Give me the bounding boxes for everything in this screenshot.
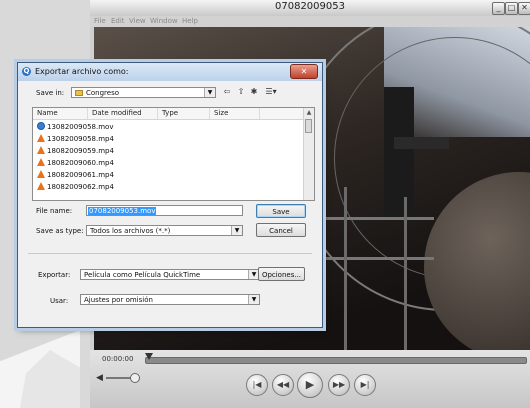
playhead[interactable]: [145, 353, 153, 360]
menu-file[interactable]: File: [94, 16, 106, 27]
file-list-header: Name Date modified Type Size: [33, 108, 303, 120]
player-title: 07082009053: [275, 1, 345, 12]
time-display: 00:00:00: [102, 355, 134, 363]
column-date-modified[interactable]: Date modified: [88, 108, 158, 119]
quicktime-file-icon: [37, 122, 45, 130]
save-in-value: Congreso: [86, 89, 120, 97]
video-scaffold: [344, 187, 347, 350]
video-mount: [384, 87, 414, 217]
menu-help[interactable]: Help: [182, 16, 198, 27]
video-scaffold: [324, 217, 434, 220]
file-name: 18082009059.mp4: [47, 147, 114, 155]
dialog-titlebar[interactable]: Q Exportar archivo como: ✕: [18, 63, 322, 81]
file-row[interactable]: 18082009062.mp4: [37, 181, 114, 193]
back-icon[interactable]: ⇦: [222, 87, 232, 97]
column-size[interactable]: Size: [210, 108, 260, 119]
use-value: Ajustes por omisión: [84, 296, 153, 304]
file-list-scrollbar[interactable]: ▲: [303, 108, 314, 200]
video-mount-arm: [394, 137, 449, 149]
up-folder-icon[interactable]: ⇧: [236, 87, 246, 97]
scroll-thumb[interactable]: [305, 119, 312, 133]
player-titlebar[interactable]: 07082009053 _ □ ✕: [90, 0, 530, 17]
file-row[interactable]: 18082009061.mp4: [37, 169, 114, 181]
view-menu-icon[interactable]: ☰▾: [263, 87, 279, 97]
rewind-button[interactable]: ◀◀: [272, 374, 294, 396]
file-name: 18082009062.mp4: [47, 183, 114, 191]
new-folder-icon[interactable]: ✱: [249, 87, 259, 97]
vlc-file-icon: [37, 182, 45, 190]
close-button[interactable]: ✕: [518, 2, 530, 15]
save-in-label: Save in:: [36, 89, 65, 97]
volume-slider[interactable]: [106, 377, 132, 379]
save-as-type-value: Todos los archivos (*.*): [90, 227, 171, 235]
file-name-value: 07082009053.mov: [88, 207, 157, 215]
save-as-type-label: Save as type:: [36, 227, 84, 235]
timeline-scrubber[interactable]: [145, 357, 527, 364]
fast-forward-button[interactable]: ▶▶: [328, 374, 350, 396]
volume-knob[interactable]: [130, 373, 140, 383]
maximize-button[interactable]: □: [505, 2, 518, 15]
cancel-button[interactable]: Cancel: [256, 223, 306, 237]
save-as-type-dropdown[interactable]: Todos los archivos (*.*) ▼: [86, 225, 243, 236]
use-label: Usar:: [50, 297, 69, 305]
player-menubar: File Edit View Window Help: [90, 16, 530, 27]
play-button[interactable]: ▶: [297, 372, 323, 398]
dialog-close-button[interactable]: ✕: [290, 64, 318, 79]
file-row[interactable]: 13082009058.mp4: [37, 133, 114, 145]
chevron-down-icon: ▼: [248, 295, 259, 304]
video-scaffold: [404, 197, 407, 350]
options-button[interactable]: Opciones...: [258, 267, 305, 281]
file-name: 18082009061.mp4: [47, 171, 114, 179]
use-dropdown[interactable]: Ajustes por omisión ▼: [80, 294, 260, 305]
menu-edit[interactable]: Edit: [111, 16, 125, 27]
file-name-input[interactable]: 07082009053.mov: [86, 205, 243, 216]
menu-view[interactable]: View: [129, 16, 146, 27]
file-row[interactable]: 13082009058.mov: [37, 121, 113, 133]
quicktime-icon: Q: [22, 67, 31, 76]
export-label: Exportar:: [38, 271, 71, 279]
divider: [28, 253, 312, 254]
menu-window[interactable]: Window: [150, 16, 178, 27]
export-dialog: Q Exportar archivo como: ✕ Save in: Cong…: [17, 62, 323, 328]
file-list[interactable]: Name Date modified Type Size 13082009058…: [32, 107, 315, 201]
save-in-dropdown[interactable]: Congreso ▼: [71, 87, 216, 98]
column-type[interactable]: Type: [158, 108, 210, 119]
scroll-up-arrow-icon[interactable]: ▲: [304, 108, 314, 118]
vlc-file-icon: [37, 134, 45, 142]
export-value: Película como Película QuickTime: [84, 271, 201, 279]
column-name[interactable]: Name: [33, 108, 88, 119]
go-to-start-button[interactable]: |◀: [246, 374, 268, 396]
save-button[interactable]: Save: [256, 204, 306, 218]
player-controls: 00:00:00 ◀ |◀ ◀◀ ▶ ▶▶ ▶|: [90, 350, 530, 408]
chevron-down-icon: ▼: [231, 226, 242, 235]
vlc-file-icon: [37, 146, 45, 154]
vlc-file-icon: [37, 170, 45, 178]
file-name-label: File name:: [36, 207, 73, 215]
file-name: 13082009058.mp4: [47, 135, 114, 143]
vlc-file-icon: [37, 158, 45, 166]
chevron-down-icon: ▼: [204, 88, 215, 97]
minimize-button[interactable]: _: [492, 2, 505, 15]
volume-icon[interactable]: ◀: [96, 373, 103, 383]
file-name: 13082009058.mov: [47, 123, 114, 131]
file-row[interactable]: 18082009059.mp4: [37, 145, 114, 157]
file-row[interactable]: 18082009060.mp4: [37, 157, 114, 169]
file-name: 18082009060.mp4: [47, 159, 114, 167]
video-scaffold: [324, 257, 434, 260]
folder-icon: [75, 90, 83, 96]
dialog-title: Exportar archivo como:: [35, 67, 129, 76]
export-dropdown[interactable]: Película como Película QuickTime ▼: [80, 269, 260, 280]
go-to-end-button[interactable]: ▶|: [354, 374, 376, 396]
